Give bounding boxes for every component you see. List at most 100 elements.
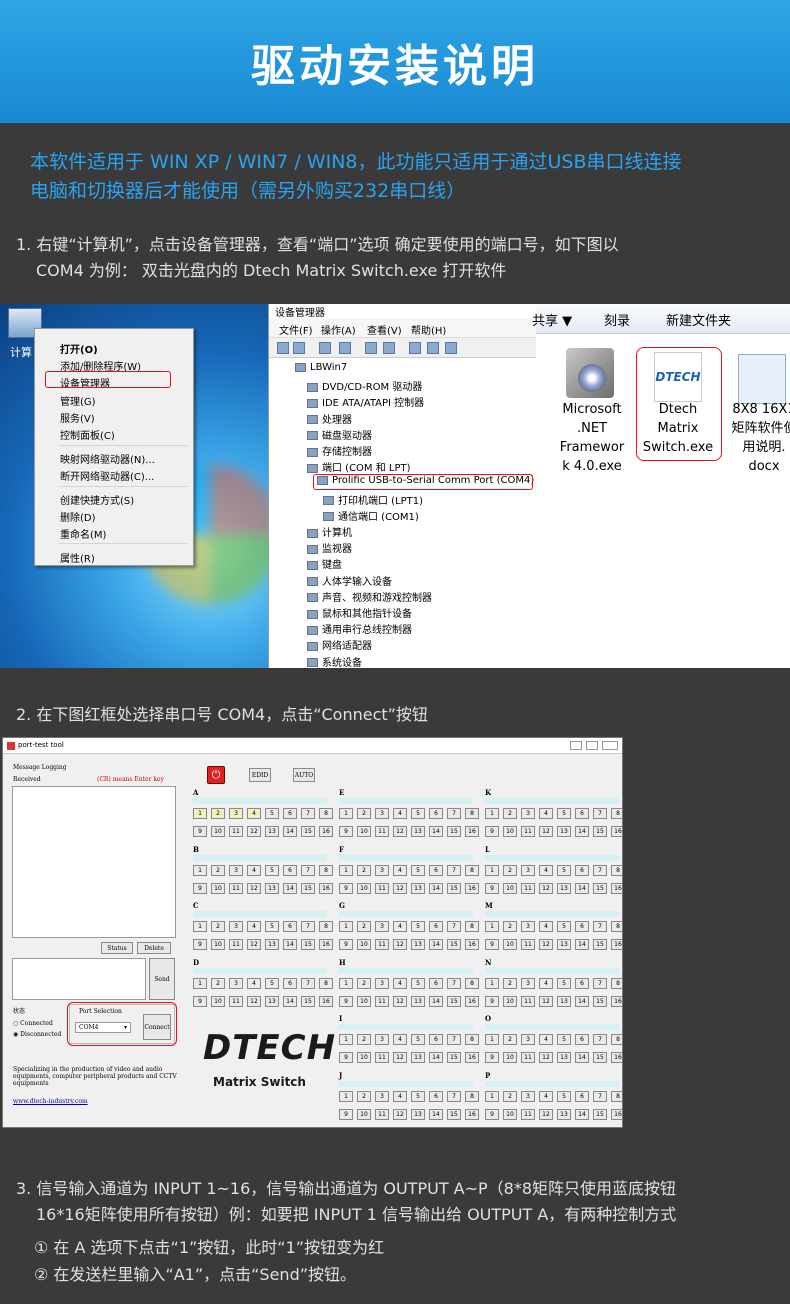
input-button-4[interactable]: 4	[393, 1034, 407, 1045]
input-button-5[interactable]: 5	[265, 921, 279, 932]
input-button-11[interactable]: 11	[229, 995, 243, 1007]
input-button-10[interactable]: 10	[503, 882, 517, 894]
input-button-10[interactable]: 10	[503, 1108, 517, 1120]
input-button-1[interactable]: 1	[339, 977, 353, 989]
device-tree-item[interactable]: 网络适配器	[307, 637, 372, 652]
input-button-4[interactable]: 4	[247, 808, 261, 819]
input-button-7[interactable]: 7	[593, 921, 607, 932]
input-button-2[interactable]: 2	[357, 808, 371, 819]
help-icon[interactable]	[365, 342, 377, 354]
input-button-16[interactable]: 16	[611, 882, 622, 894]
input-button-9[interactable]: 9	[339, 939, 353, 950]
input-button-6[interactable]: 6	[283, 977, 297, 989]
device-tree-item[interactable]: 声音、视频和游戏控制器	[307, 589, 432, 604]
input-button-2[interactable]: 2	[503, 864, 517, 876]
input-button-12[interactable]: 12	[539, 826, 553, 837]
input-button-5[interactable]: 5	[557, 977, 571, 989]
input-button-12[interactable]: 12	[393, 882, 407, 894]
input-button-8[interactable]: 8	[319, 864, 333, 876]
input-button-16[interactable]: 16	[611, 1052, 622, 1063]
input-button-11[interactable]: 11	[521, 1108, 535, 1120]
input-button-15[interactable]: 15	[301, 882, 315, 894]
input-button-8[interactable]: 8	[319, 921, 333, 932]
input-button-7[interactable]: 7	[593, 1034, 607, 1045]
input-button-16[interactable]: 16	[319, 826, 333, 837]
input-button-12[interactable]: 12	[539, 995, 553, 1007]
input-button-4[interactable]: 4	[539, 921, 553, 932]
input-button-15[interactable]: 15	[447, 939, 461, 950]
input-button-5[interactable]: 5	[411, 864, 425, 876]
context-menu-item[interactable]: 创建快捷方式(S)	[60, 492, 134, 507]
input-button-6[interactable]: 6	[429, 864, 443, 876]
input-button-15[interactable]: 15	[301, 939, 315, 950]
input-button-2[interactable]: 2	[211, 864, 225, 876]
input-button-9[interactable]: 9	[485, 882, 499, 894]
input-button-3[interactable]: 3	[375, 1090, 389, 1102]
input-button-9[interactable]: 9	[193, 826, 207, 837]
input-button-13[interactable]: 13	[265, 939, 279, 950]
input-button-13[interactable]: 13	[411, 995, 425, 1007]
input-button-7[interactable]: 7	[447, 1090, 461, 1102]
input-button-12[interactable]: 12	[539, 1052, 553, 1063]
input-button-3[interactable]: 3	[375, 864, 389, 876]
input-button-9[interactable]: 9	[193, 939, 207, 950]
context-menu-item[interactable]: 服务(V)	[60, 410, 95, 425]
input-button-11[interactable]: 11	[375, 939, 389, 950]
input-button-13[interactable]: 13	[411, 1052, 425, 1063]
input-button-2[interactable]: 2	[211, 921, 225, 932]
device-tree-item[interactable]: DVD/CD-ROM 驱动器	[307, 378, 422, 393]
input-button-6[interactable]: 6	[575, 1090, 589, 1102]
input-button-3[interactable]: 3	[521, 864, 535, 876]
input-button-3[interactable]: 3	[229, 864, 243, 876]
input-button-16[interactable]: 16	[611, 826, 622, 837]
input-button-13[interactable]: 13	[411, 826, 425, 837]
input-button-3[interactable]: 3	[229, 808, 243, 819]
input-button-9[interactable]: 9	[339, 1052, 353, 1063]
view-icon[interactable]	[339, 342, 351, 354]
explorer-toolbar-item[interactable]: 新建文件夹	[666, 310, 731, 329]
input-button-1[interactable]: 1	[485, 977, 499, 989]
input-button-7[interactable]: 7	[301, 808, 315, 819]
input-button-8[interactable]: 8	[465, 864, 479, 876]
input-button-12[interactable]: 12	[247, 826, 261, 837]
input-button-1[interactable]: 1	[339, 864, 353, 876]
input-button-10[interactable]: 10	[357, 995, 371, 1007]
input-button-6[interactable]: 6	[575, 977, 589, 989]
input-button-2[interactable]: 2	[503, 977, 517, 989]
input-button-5[interactable]: 5	[411, 1090, 425, 1102]
input-button-1[interactable]: 1	[339, 1034, 353, 1045]
explorer-toolbar-item[interactable]: 共享 ▼	[532, 310, 572, 329]
context-menu-item[interactable]: 打开(O)	[60, 341, 98, 356]
input-button-12[interactable]: 12	[393, 1052, 407, 1063]
input-button-14[interactable]: 14	[575, 882, 589, 894]
input-button-12[interactable]: 12	[247, 939, 261, 950]
input-button-7[interactable]: 7	[593, 977, 607, 989]
input-button-6[interactable]: 6	[575, 808, 589, 819]
input-button-2[interactable]: 2	[503, 808, 517, 819]
devmgr-menu-item[interactable]: 帮助(H)	[411, 322, 446, 337]
input-button-9[interactable]: 9	[485, 1052, 499, 1063]
input-button-11[interactable]: 11	[375, 1052, 389, 1063]
input-button-10[interactable]: 10	[357, 826, 371, 837]
input-button-16[interactable]: 16	[611, 1108, 622, 1120]
input-button-5[interactable]: 5	[557, 1090, 571, 1102]
input-button-14[interactable]: 14	[429, 939, 443, 950]
input-button-6[interactable]: 6	[429, 808, 443, 819]
input-button-4[interactable]: 4	[393, 921, 407, 932]
input-button-15[interactable]: 15	[593, 826, 607, 837]
input-button-14[interactable]: 14	[575, 995, 589, 1007]
input-button-15[interactable]: 15	[301, 826, 315, 837]
input-button-12[interactable]: 12	[393, 826, 407, 837]
input-button-4[interactable]: 4	[247, 864, 261, 876]
input-button-12[interactable]: 12	[539, 1108, 553, 1120]
device-tree-item[interactable]: 通信端口 (COM1)	[323, 508, 419, 523]
input-button-7[interactable]: 7	[447, 864, 461, 876]
forward-icon[interactable]	[293, 342, 305, 354]
input-button-16[interactable]: 16	[465, 826, 479, 837]
input-button-2[interactable]: 2	[503, 921, 517, 932]
input-button-14[interactable]: 14	[429, 1052, 443, 1063]
input-button-10[interactable]: 10	[503, 826, 517, 837]
connected-radio[interactable]: ○ Connected	[13, 1020, 53, 1027]
input-button-2[interactable]: 2	[503, 1090, 517, 1102]
input-button-10[interactable]: 10	[211, 826, 225, 837]
